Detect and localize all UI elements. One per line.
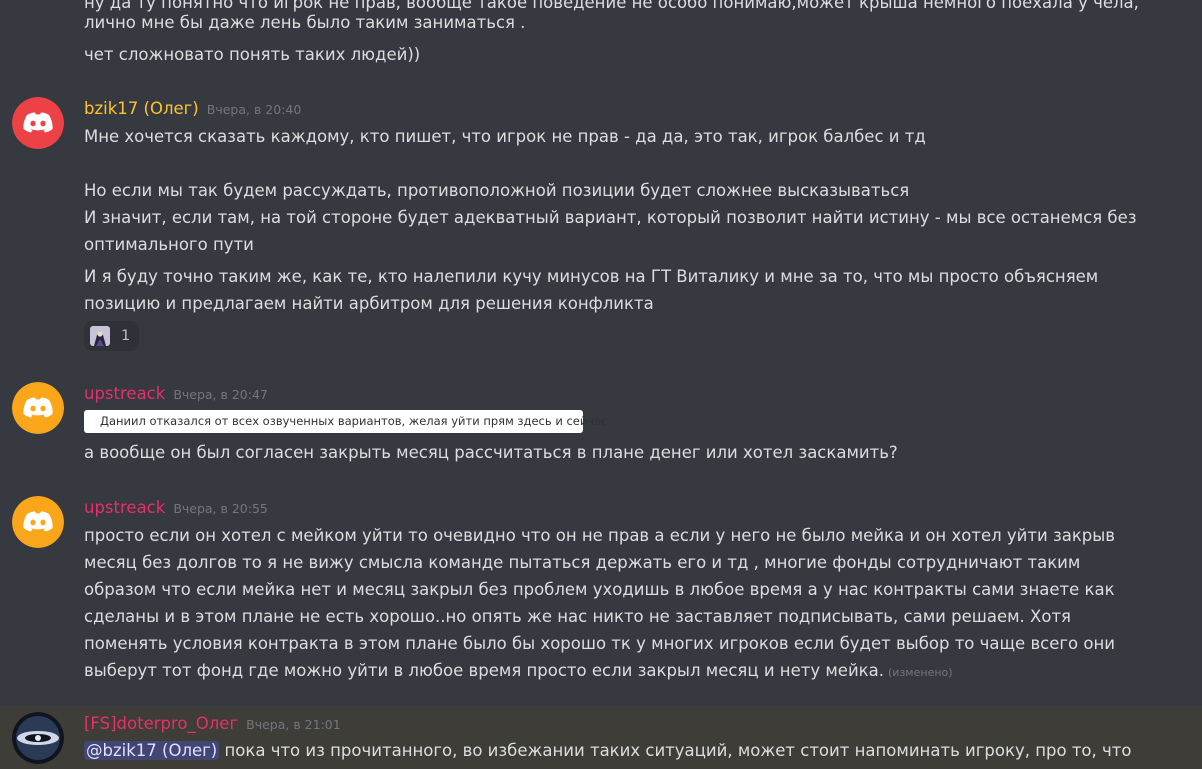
reaction-count: 1 <box>121 328 131 344</box>
avatar[interactable] <box>12 712 64 764</box>
message-line: чет сложновато понять таких людей)) <box>84 45 421 64</box>
message-line: лично мне бы даже лень было таким занима… <box>84 13 526 32</box>
message-text: выберут тот фонд где можно уйти в любое … <box>84 661 885 680</box>
message-line: месяц без долгов то я не вижу смысла ком… <box>84 553 1081 572</box>
username[interactable]: bzik17 (Олег) Вчера, в 20:40 <box>84 99 301 120</box>
message-line: позицию и предлагаем найти арбитром для … <box>84 294 654 313</box>
message-line: оптимального пути <box>84 235 254 254</box>
timestamp: Вчера, в 20:55 <box>173 501 268 516</box>
username-label[interactable]: upstreack <box>84 498 165 517</box>
discord-logo-icon <box>12 382 64 434</box>
avatar-image <box>12 712 64 764</box>
timestamp: Вчера, в 20:40 <box>206 102 302 117</box>
message-line: поменять условия контракта в этом плане … <box>84 634 1116 653</box>
edited-label: (изменено) <box>888 666 953 679</box>
message-line: @bzik17 (Олег) пока что из прочитанного,… <box>84 740 1131 762</box>
timestamp: Вчера, в 21:01 <box>246 717 341 732</box>
avatar[interactable] <box>12 97 64 149</box>
reaction-button[interactable]: 1 <box>84 321 139 351</box>
username-label[interactable]: bzik17 (Олег) <box>84 99 199 118</box>
username-label[interactable]: [FS]doterpro_Олег <box>84 714 238 733</box>
avatar[interactable] <box>12 382 64 434</box>
avatar[interactable] <box>12 496 64 548</box>
discord-logo-icon <box>12 97 64 149</box>
message-text: пока что из прочитанного, во избежании т… <box>219 741 1132 760</box>
message-line: а вообще он был согласен закрыть месяц р… <box>84 443 898 462</box>
message-line: образом что если мейка нет и месяц закры… <box>84 580 1115 599</box>
username[interactable]: [FS]doterpro_Олег Вчера, в 21:01 <box>84 714 341 735</box>
message-line: сделаны и в этом плане не есть хорошо..н… <box>84 607 1071 626</box>
discord-logo-icon <box>12 496 64 548</box>
timestamp: Вчера, в 20:47 <box>173 387 268 402</box>
message-line: выберут тот фонд где можно уйти в любое … <box>84 660 953 684</box>
message-line: Мне хочется сказать каждому, кто пишет, … <box>84 127 926 146</box>
user-mention[interactable]: @bzik17 (Олег) <box>84 741 220 760</box>
embed-text: Даниил отказался от всех озвученных вари… <box>84 410 611 433</box>
message-line: И значит, если там, на той стороне будет… <box>84 208 1137 227</box>
custom-emoji-icon <box>90 326 110 346</box>
message-line: Но если мы так будем рассуждать, противо… <box>84 181 910 200</box>
username[interactable]: upstreack Вчера, в 20:55 <box>84 498 268 519</box>
message-line: просто если он хотел с мейком уйти то оч… <box>84 526 1116 545</box>
username-label[interactable]: upstreack <box>84 384 165 403</box>
message-line: И я буду точно таким же, как те, кто нал… <box>84 267 1099 286</box>
username[interactable]: upstreack Вчера, в 20:47 <box>84 384 268 405</box>
